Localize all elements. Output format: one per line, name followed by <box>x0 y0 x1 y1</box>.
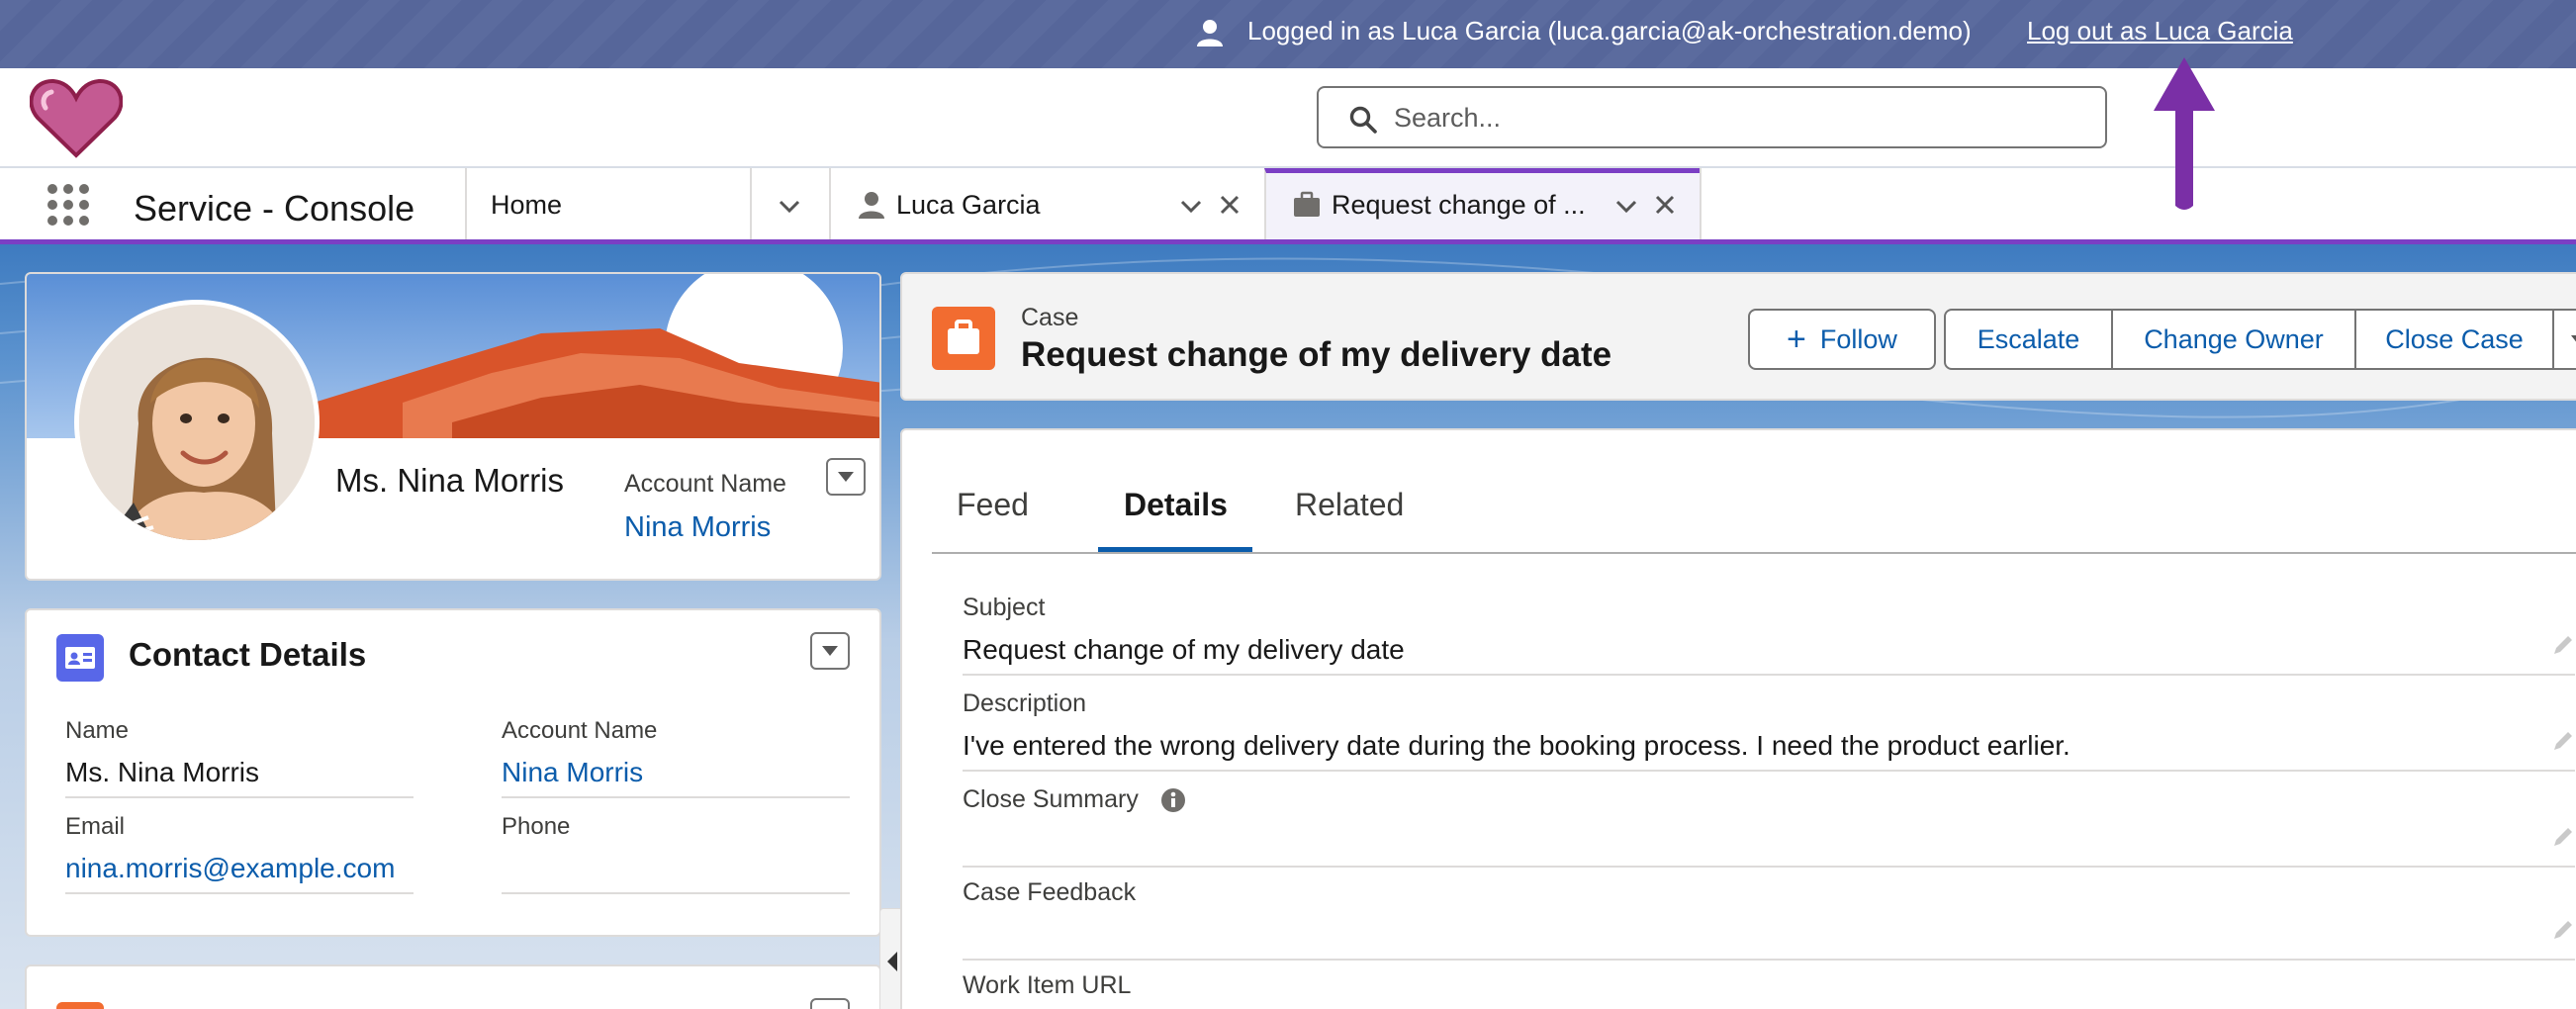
escalate-button[interactable]: Escalate <box>1944 309 2113 370</box>
annotation-arrow-icon <box>2154 57 2215 210</box>
record-icon <box>56 1002 104 1009</box>
app-launcher-icon[interactable] <box>46 182 91 228</box>
chevron-down-icon <box>838 472 854 482</box>
field-label-text: Close Summary <box>963 785 1139 813</box>
field-account-name: Account Name Nina Morris <box>502 717 850 798</box>
heart-logo-icon[interactable] <box>30 78 123 159</box>
plus-icon: + <box>1787 321 1806 358</box>
tab-label: Luca Garcia <box>896 190 1041 220</box>
account-name-link[interactable]: Nina Morris <box>502 757 850 796</box>
active-tab-indicator <box>1098 547 1252 552</box>
field-name: Name Ms. Nina Morris <box>65 717 414 798</box>
field-value: I've entered the wrong delivery date dur… <box>963 730 2070 761</box>
tab-home[interactable]: Home <box>465 168 750 242</box>
field-subject: Subject Request change of my delivery da… <box>963 594 2575 676</box>
pencil-icon[interactable] <box>2551 918 2575 942</box>
related-card-menu-button[interactable] <box>810 998 850 1009</box>
profile-actions-menu-button[interactable] <box>826 458 866 496</box>
app-name: Service - Console <box>134 188 415 229</box>
info-icon[interactable] <box>1160 787 1186 813</box>
tab-label: Request change of ... <box>1332 190 1586 220</box>
account-name-link[interactable]: Nina Morris <box>624 511 771 544</box>
user-icon <box>859 192 884 219</box>
field-label: Account Name <box>502 717 658 744</box>
case-title: Request change of my delivery date <box>1021 335 1612 374</box>
field-close-summary: Close Summary <box>963 785 2575 868</box>
field-email: Email nina.morris@example.com <box>65 813 414 894</box>
field-label: Phone <box>502 813 571 840</box>
chevron-down-icon[interactable] <box>1179 194 1203 218</box>
field-description: Description I've entered the wrong deliv… <box>963 689 2575 772</box>
search-input[interactable] <box>1394 98 2086 138</box>
nav-menu-dropdown[interactable] <box>750 168 829 242</box>
contact-profile-card: Ms. Nina Morris Account Name Nina Morris <box>25 272 881 581</box>
pencil-icon[interactable] <box>2551 633 2575 657</box>
field-value <box>502 853 850 892</box>
field-label: Email <box>65 813 126 840</box>
field-case-feedback: Case Feedback <box>963 878 2575 961</box>
chevron-down-icon <box>2571 335 2576 342</box>
record-tabs: Feed Details Related <box>932 475 2576 554</box>
tab-label: Home <box>491 190 563 220</box>
contact-name: Ms. Nina Morris <box>335 462 565 499</box>
email-link[interactable]: nina.morris@example.com <box>65 853 414 892</box>
logged-in-text: Logged in as Luca Garcia (luca.garcia@ak… <box>1247 16 1972 46</box>
field-label: Close Summary <box>963 785 2575 814</box>
chevron-down-icon <box>822 646 838 656</box>
field-value: Ms. Nina Morris <box>65 757 260 787</box>
pencil-icon[interactable] <box>2551 729 2575 753</box>
contact-details-menu-button[interactable] <box>810 632 850 670</box>
contact-card-icon <box>56 634 104 682</box>
field-label: Description <box>963 689 1087 717</box>
field-label: Subject <box>963 594 1046 621</box>
record-type-label: Case <box>1021 304 1079 331</box>
button-label: Close Case <box>2385 323 2524 354</box>
field-value <box>963 919 2575 959</box>
more-actions-button[interactable] <box>2552 309 2576 370</box>
chevron-down-icon[interactable] <box>1614 194 1638 218</box>
avatar <box>74 300 320 545</box>
case-highlights-panel: Case Request change of my delivery date … <box>900 272 2576 401</box>
follow-button[interactable]: + Follow <box>1748 309 1936 370</box>
field-value <box>963 826 2575 866</box>
logout-link[interactable]: Log out as Luca Garcia <box>2027 16 2293 46</box>
field-phone: Phone <box>502 813 850 894</box>
contact-details-card: Contact Details Name Ms. Nina Morris Acc… <box>25 608 881 937</box>
chevron-left-icon <box>887 952 897 971</box>
close-icon[interactable] <box>1219 194 1241 216</box>
field-label: Case Feedback <box>963 878 1137 906</box>
button-label: Change Owner <box>2144 323 2324 354</box>
field-value: Request change of my delivery date <box>963 634 1405 665</box>
tab-feed[interactable]: Feed <box>957 487 1029 523</box>
briefcase-icon <box>1294 191 1320 217</box>
button-label: Escalate <box>1977 323 2080 354</box>
field-work-item-url: Work Item URL <box>963 971 2575 1000</box>
button-label: Follow <box>1819 323 1897 354</box>
tab-luca-garcia[interactable]: Luca Garcia <box>829 168 1264 242</box>
global-search[interactable] <box>1317 86 2107 148</box>
field-label: Name <box>65 717 130 744</box>
briefcase-icon <box>932 307 995 370</box>
search-icon <box>1349 106 1377 134</box>
tab-case-request[interactable]: Request change of ... <box>1264 168 1700 242</box>
related-card-partial <box>25 964 881 1009</box>
change-owner-button[interactable]: Change Owner <box>2111 309 2356 370</box>
card-title: Contact Details <box>129 636 367 673</box>
tab-divider <box>1700 168 1702 242</box>
close-icon[interactable] <box>1654 194 1676 216</box>
account-name-label: Account Name <box>624 470 786 498</box>
pencil-icon[interactable] <box>2551 825 2575 849</box>
user-icon <box>1197 20 1223 46</box>
close-case-button[interactable]: Close Case <box>2354 309 2554 370</box>
tab-details[interactable]: Details <box>1124 487 1228 523</box>
tab-related[interactable]: Related <box>1295 487 1404 523</box>
field-label: Work Item URL <box>963 971 1132 999</box>
chevron-down-icon <box>779 200 800 214</box>
